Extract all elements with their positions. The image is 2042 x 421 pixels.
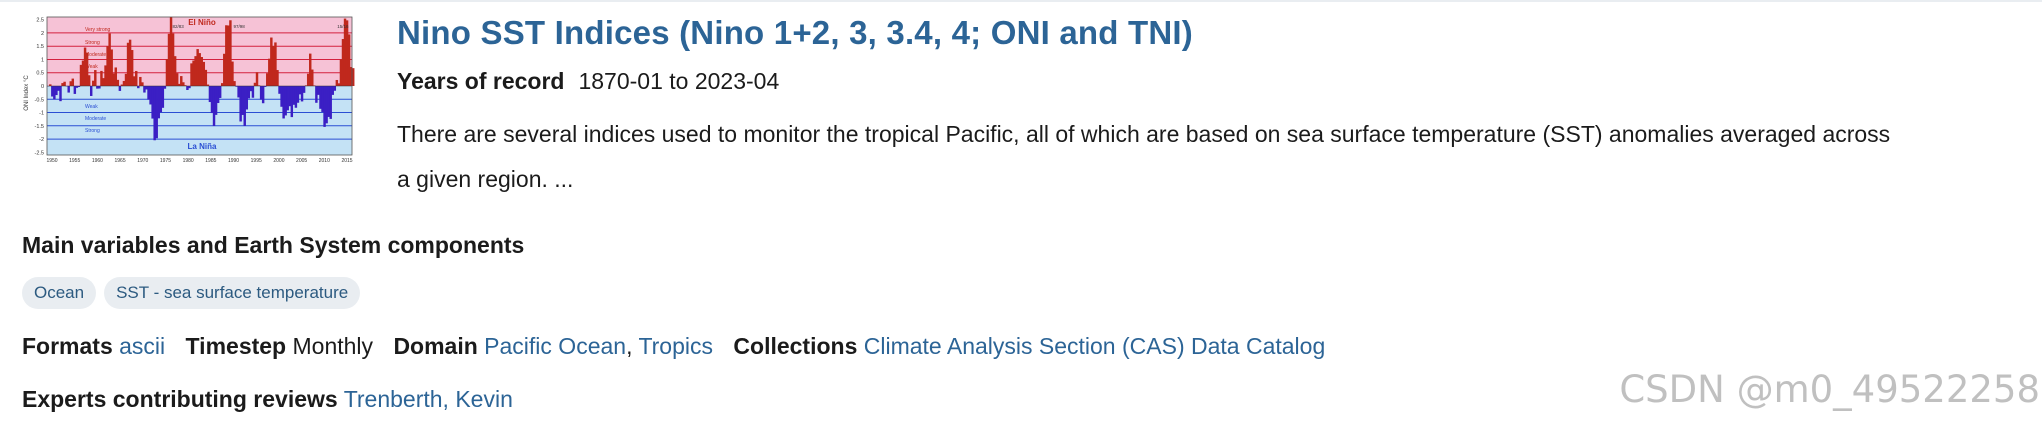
thumb-x-tick: 2005 bbox=[296, 158, 307, 164]
thumb-event-label: 97/98 bbox=[234, 24, 246, 29]
oni-bar bbox=[251, 86, 255, 98]
thumb-x-tick: 1965 bbox=[115, 158, 126, 164]
tag-sst[interactable]: SST - sea surface temperature bbox=[104, 277, 361, 309]
description-line-1: There are several indices used to monito… bbox=[397, 121, 1891, 147]
thumb-y-tick: 0.5 bbox=[36, 71, 44, 77]
thumb-y-tick: 0 bbox=[41, 84, 44, 90]
thumb-x-tick: 1990 bbox=[228, 158, 239, 164]
domain-link-tropics[interactable]: Tropics bbox=[638, 333, 713, 359]
dataset-description: There are several indices used to monito… bbox=[397, 112, 2042, 202]
thumb-y-tick: 2 bbox=[41, 31, 44, 37]
collections-link[interactable]: Climate Analysis Section (CAS) Data Cata… bbox=[864, 333, 1325, 359]
collections-label: Collections bbox=[733, 333, 858, 359]
thumb-y-tick: -1 bbox=[39, 111, 44, 117]
oni-bar bbox=[163, 86, 167, 89]
thumb-x-tick: 2000 bbox=[273, 158, 284, 164]
oni-bar bbox=[204, 69, 208, 86]
thumb-x-tick: 1950 bbox=[46, 158, 57, 164]
thumb-y-tick: -2.5 bbox=[35, 150, 44, 156]
oni-bar bbox=[276, 70, 279, 86]
components-heading: Main variables and Earth System componen… bbox=[22, 232, 525, 258]
thumb-band-label: Very strong bbox=[85, 27, 111, 33]
oni-bar bbox=[87, 75, 91, 86]
oni-thumbnail-image: 2.5 2 1.5 1 0.5 0 -0.5 -1 -1.5 -2 -2.51950 1955 1960… bbox=[24, 16, 355, 164]
thumb-el-nino-label: El Niño bbox=[188, 18, 216, 27]
oni-bar bbox=[218, 86, 222, 98]
tag-ocean[interactable]: Ocean bbox=[22, 277, 97, 309]
thumb-y-tick: -0.5 bbox=[35, 97, 44, 103]
oni-bar bbox=[233, 81, 236, 86]
years-value: 1870-01 to 2023-04 bbox=[578, 68, 780, 94]
thumb-band-label: Moderate bbox=[85, 52, 106, 58]
thumb-x-tick: 2010 bbox=[319, 158, 330, 164]
thumb-event-label: 15/16 bbox=[337, 24, 349, 29]
oni-bar bbox=[63, 81, 66, 86]
oni-bar bbox=[98, 86, 101, 89]
thumb-x-tick: 1955 bbox=[69, 158, 80, 164]
thumb-x-tick: 1985 bbox=[205, 158, 216, 164]
thumb-y-tick: 1.5 bbox=[36, 44, 44, 50]
thumb-y-tick: -1.5 bbox=[35, 124, 44, 130]
thumb-x-tick: 1980 bbox=[183, 158, 194, 164]
oni-bar bbox=[59, 86, 62, 102]
thumb-x-tick: 1970 bbox=[137, 158, 148, 164]
thumb-band-label: Weak bbox=[85, 64, 98, 70]
thumb-la-nina-label: La Niña bbox=[188, 142, 217, 151]
years-label: Years of record bbox=[397, 68, 565, 94]
timestep-label: Timestep bbox=[185, 333, 287, 359]
experts-link-trenberth[interactable]: Trenberth, Kevin bbox=[344, 386, 513, 412]
oni-bar bbox=[188, 86, 191, 89]
thumb-y-label: ONI Index °C bbox=[24, 75, 30, 111]
thumb-event-label: 82/83 bbox=[173, 24, 185, 29]
oni-bar bbox=[302, 86, 306, 93]
formats-label: Formats bbox=[22, 333, 113, 359]
oni-bar bbox=[135, 70, 138, 86]
oni-bar bbox=[89, 86, 93, 96]
oni-bar bbox=[116, 79, 120, 86]
thumb-x-tick: 2015 bbox=[341, 158, 352, 164]
formats-link-ascii[interactable]: ascii bbox=[119, 333, 165, 359]
oni-bar bbox=[94, 70, 97, 86]
experts-label: Experts contributing reviews bbox=[22, 386, 338, 412]
thumb-x-tick: 1960 bbox=[92, 158, 103, 164]
csdn-watermark: CSDN @m0_49522258 bbox=[1619, 368, 2040, 411]
thumb-band-label: Moderate bbox=[85, 116, 106, 122]
domain-separator: , bbox=[626, 333, 633, 359]
oni-bar bbox=[71, 78, 75, 86]
oni-bar bbox=[161, 86, 165, 108]
years-of-record: Years of record 1870-01 to 2023-04 bbox=[397, 68, 779, 95]
domain-label: Domain bbox=[393, 333, 478, 359]
oni-bar bbox=[67, 86, 70, 93]
oni-bar bbox=[255, 72, 259, 86]
dataset-thumbnail[interactable]: 2.5 2 1.5 1 0.5 0 -0.5 -1 -1.5 -2 -2.5 1950 1955 1960… bbox=[22, 13, 355, 165]
variable-tags: Ocean SST - sea surface temperature bbox=[22, 277, 361, 309]
thumb-x-tick: 1995 bbox=[251, 158, 262, 164]
experts-row: Experts contributing reviews Trenberth, … bbox=[22, 386, 513, 413]
dataset-title-link[interactable]: Nino SST Indices (Nino 1+2, 3, 3.4, 4; O… bbox=[397, 14, 1193, 52]
oni-bar bbox=[311, 69, 314, 86]
oni-bar bbox=[118, 86, 122, 91]
thumb-band-label: Weak bbox=[85, 104, 98, 110]
oni-bar bbox=[333, 86, 337, 91]
thumb-y-tick: 1 bbox=[41, 57, 44, 63]
thumb-y-tick: 2.5 bbox=[36, 18, 44, 24]
metadata-row: Formats ascii Timestep Monthly Domain Pa… bbox=[22, 333, 1325, 360]
oni-bar bbox=[141, 82, 144, 86]
oni-bar bbox=[137, 86, 140, 89]
thumb-y-tick: -2 bbox=[39, 137, 44, 143]
thumb-band-label: Strong bbox=[85, 40, 100, 46]
timestep-value: Monthly bbox=[292, 333, 374, 359]
thumb-band-label: Strong bbox=[85, 128, 100, 134]
top-divider bbox=[0, 0, 2042, 2]
thumb-x-tick: 1975 bbox=[160, 158, 171, 164]
description-line-2: a given region. ... bbox=[397, 166, 574, 192]
oni-bar bbox=[261, 86, 265, 104]
domain-link-pacific-ocean[interactable]: Pacific Ocean bbox=[484, 333, 626, 359]
